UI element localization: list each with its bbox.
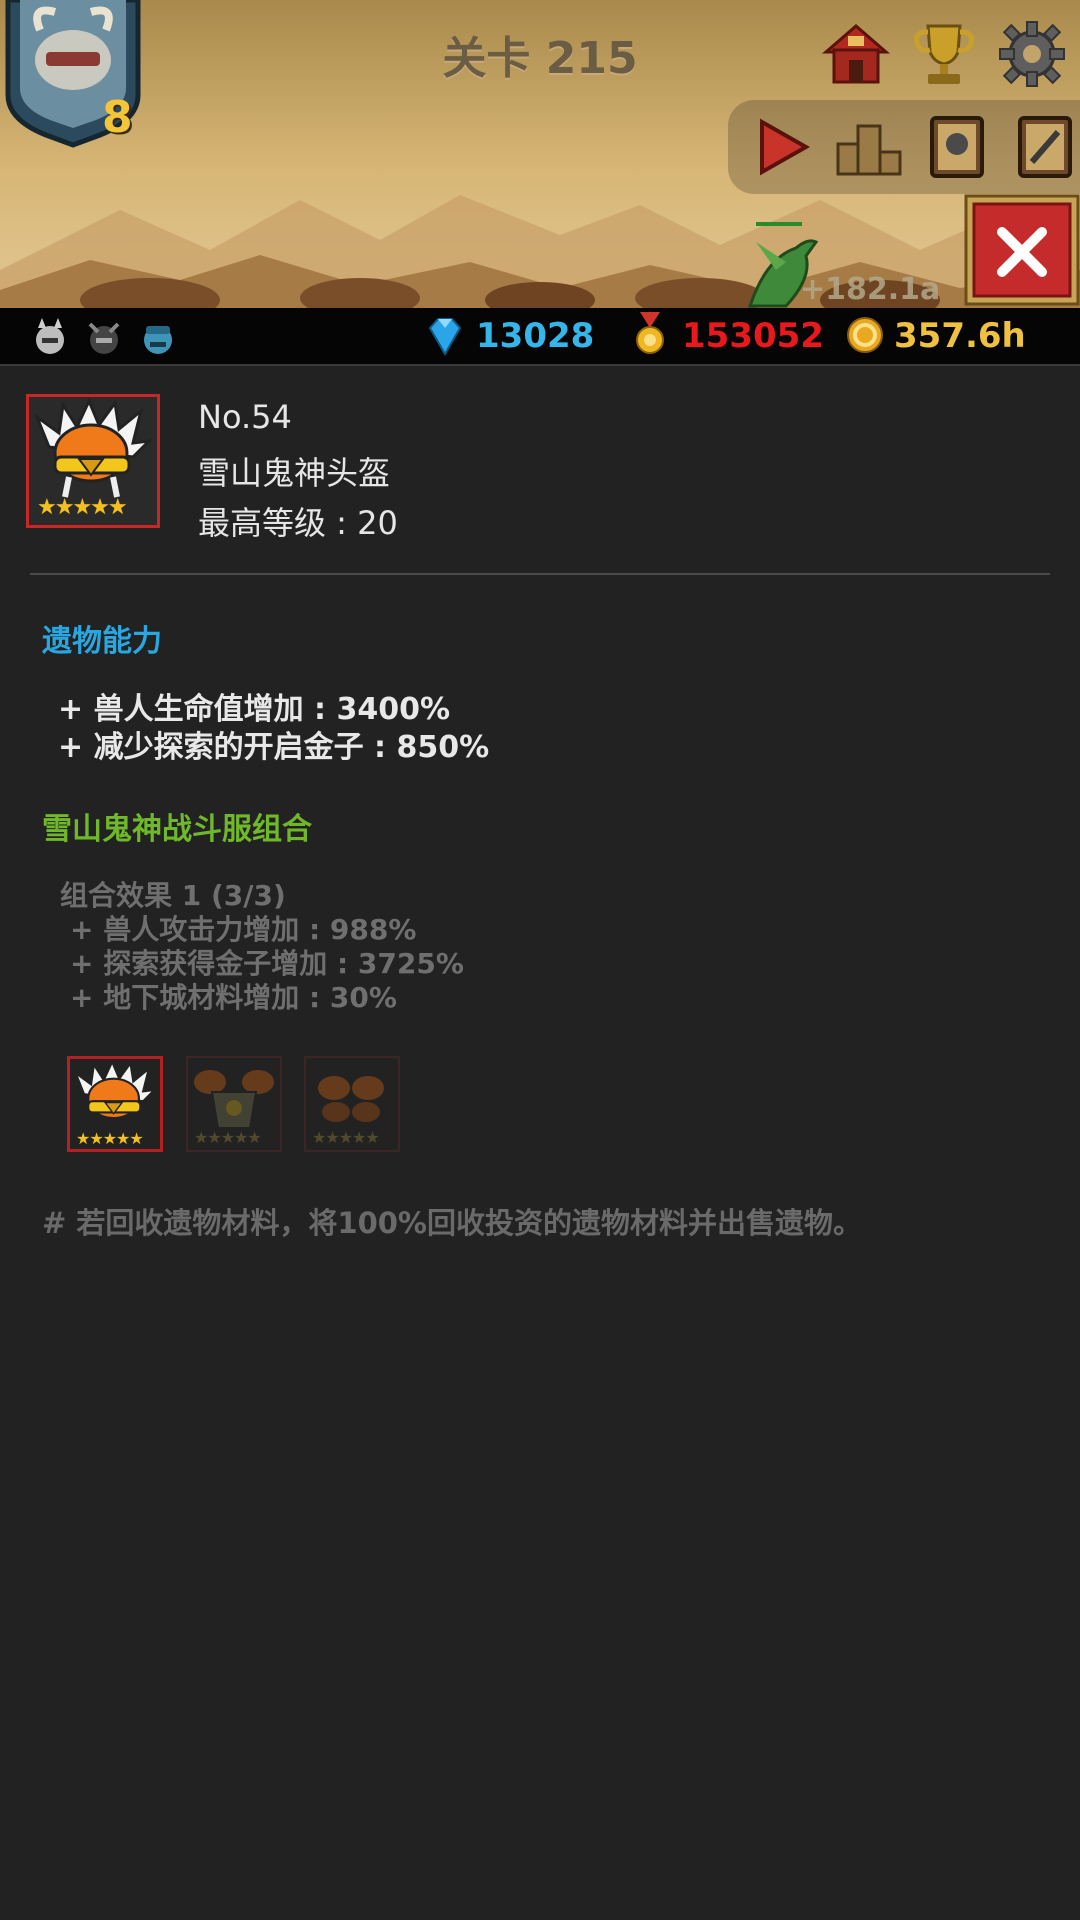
- set-effect-line: + 地下城材料增加 : 30%: [70, 981, 397, 1014]
- shop-house-icon[interactable]: [820, 18, 892, 90]
- medal-icon: [636, 312, 664, 354]
- close-button[interactable]: [964, 194, 1080, 306]
- set-piece-boots[interactable]: ★★★★★: [304, 1056, 400, 1152]
- set-piece-helmet[interactable]: ★★★★★: [67, 1056, 163, 1152]
- ability-line: + 减少探索的开启金子 : 850%: [58, 730, 490, 765]
- gold-coin-icon: [847, 317, 883, 353]
- gear-icon[interactable]: [996, 18, 1068, 90]
- relic-max-level: 最高等级 : 20: [198, 504, 398, 542]
- medal-count: 153052: [682, 316, 824, 356]
- damage-number: +182.1a: [800, 272, 941, 307]
- trophy-icon[interactable]: [908, 18, 980, 90]
- sword-book-icon[interactable]: [1010, 112, 1080, 182]
- set-title: 雪山鬼神战斗服组合: [42, 812, 312, 847]
- set-piece-armor[interactable]: ★★★★★: [186, 1056, 282, 1152]
- action-toolbar: [728, 100, 1080, 194]
- game-scene: 8 关卡 215 +182.1a: [0, 0, 1080, 308]
- divider: [30, 573, 1050, 575]
- dark-orc-icon[interactable]: [84, 314, 124, 358]
- star-rating: ★★★★★: [194, 1128, 262, 1147]
- white-orc-icon[interactable]: [30, 314, 70, 358]
- relic-ability-title: 遗物能力: [42, 624, 162, 659]
- resource-bar: 13028 153052 357.6h: [0, 308, 1080, 366]
- hero-level: 8: [102, 92, 133, 143]
- star-rating: ★★★★★: [76, 1129, 144, 1148]
- relic-number: No.54: [198, 398, 292, 436]
- star-rating: ★★★★★: [37, 495, 128, 520]
- gold-count: 357.6h: [894, 316, 1026, 356]
- blue-orc-icon[interactable]: [138, 314, 178, 358]
- star-rating: ★★★★★: [312, 1128, 380, 1147]
- relic-card: ★★★★★: [26, 394, 160, 528]
- ghost-book-icon[interactable]: [922, 112, 992, 182]
- podium-icon[interactable]: [834, 112, 904, 182]
- gem-icon: [428, 318, 462, 356]
- recycle-footnote: # 若回收遗物材料，将100%回收投资的遗物材料并出售遗物。: [42, 1206, 862, 1240]
- relic-name: 雪山鬼神头盔: [198, 454, 391, 492]
- gem-count: 13028: [476, 316, 595, 356]
- play-icon[interactable]: [746, 112, 816, 182]
